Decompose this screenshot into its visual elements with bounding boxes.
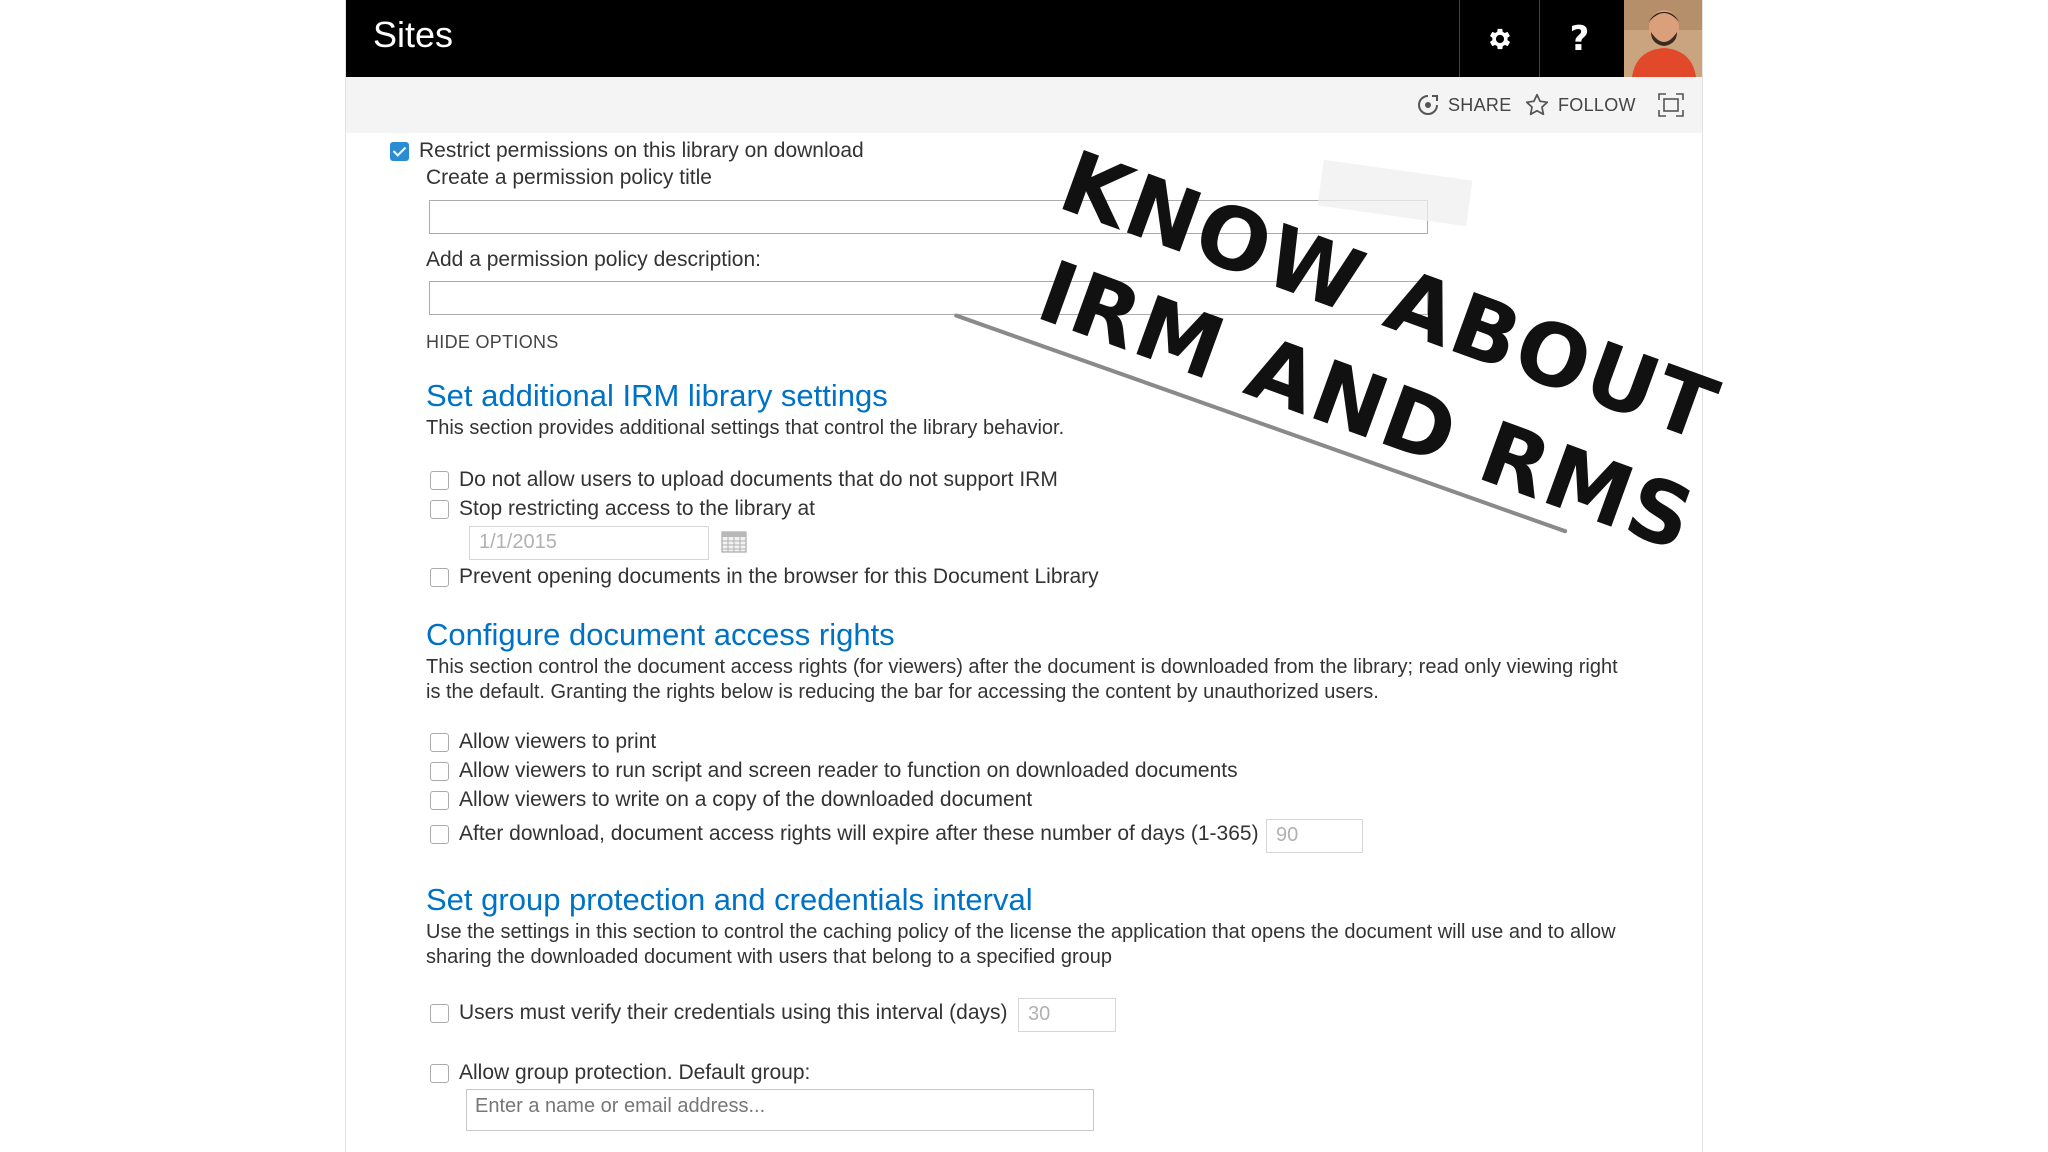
policy-description-label: Add a permission policy description: [426,248,761,271]
group-protection-description: Use the settings in this section to cont… [426,921,1616,968]
prevent-browser-open-option[interactable]: Prevent opening documents in the browser… [430,565,1099,589]
allow-print-label: Allow viewers to print [459,730,657,753]
suite-bar: Sites ? [346,0,1702,77]
follow-label: FOLLOW [1558,94,1636,115]
allow-write-checkbox[interactable] [430,790,449,810]
restrict-permissions-checkbox[interactable] [390,141,409,161]
ribbon-bar: SHARE FOLLOW [346,77,1702,133]
follow-button[interactable]: FOLLOW [1524,77,1636,133]
verify-credentials-option[interactable]: Users must verify their credentials usin… [430,1001,1008,1025]
restrict-permissions-option[interactable]: Restrict permissions on this library on … [390,139,864,163]
prevent-browser-open-label: Prevent opening documents in the browser… [459,565,1099,588]
allow-print-checkbox[interactable] [430,732,449,752]
avatar-image [1624,0,1702,77]
date-picker-button[interactable] [721,531,747,558]
policy-title-label: Create a permission policy title [426,166,712,189]
allow-script-label: Allow viewers to run script and screen r… [459,759,1238,782]
stop-restricting-label: Stop restricting access to the library a… [459,497,815,520]
share-icon [1418,95,1438,115]
user-avatar[interactable] [1624,0,1702,77]
allow-print-option[interactable]: Allow viewers to print [430,730,656,754]
allow-script-option[interactable]: Allow viewers to run script and screen r… [430,759,1238,783]
default-group-input[interactable]: Enter a name or email address... [466,1089,1094,1131]
prevent-browser-open-checkbox[interactable] [430,567,449,587]
share-button[interactable]: SHARE [1416,77,1512,133]
focus-on-content-button[interactable] [1658,77,1684,133]
site-title[interactable]: Sites [373,14,453,56]
group-protection-label: Allow group protection. Default group: [459,1061,811,1084]
expire-rights-checkbox[interactable] [430,824,449,844]
help-button[interactable]: ? [1539,0,1619,77]
group-protection-option[interactable]: Allow group protection. Default group: [430,1061,810,1085]
settings-button[interactable] [1459,0,1539,77]
block-non-irm-upload-label: Do not allow users to upload documents t… [459,468,1058,491]
group-protection-checkbox[interactable] [430,1063,449,1083]
hide-options-link[interactable]: HIDE OPTIONS [426,332,559,353]
verify-days-input[interactable]: 30 [1018,998,1116,1032]
sharepoint-window: Sites ? SHARE FOLLOW Restrict permission… [345,0,1703,1152]
focus-on-content-icon [1658,93,1684,117]
stop-restricting-checkbox[interactable] [430,499,449,519]
group-protection-heading: Set group protection and credentials int… [426,882,1033,917]
allow-write-label: Allow viewers to write on a copy of the … [459,788,1033,811]
verify-credentials-checkbox[interactable] [430,1003,449,1023]
star-icon [1525,93,1549,116]
gear-icon [1489,28,1510,49]
verify-credentials-label: Users must verify their credentials usin… [459,1001,1008,1024]
access-rights-description: This section control the document access… [426,656,1618,703]
share-label: SHARE [1448,94,1512,115]
stop-restricting-option[interactable]: Stop restricting access to the library a… [430,497,815,521]
expire-rights-label: After download, document access rights w… [459,822,1259,845]
expire-days-input[interactable]: 90 [1266,819,1363,853]
help-icon: ? [1569,18,1590,59]
allow-write-option[interactable]: Allow viewers to write on a copy of the … [430,788,1032,812]
block-non-irm-upload-option[interactable]: Do not allow users to upload documents t… [430,468,1058,492]
stop-restricting-date-input[interactable]: 1/1/2015 [469,526,709,560]
access-rights-heading: Configure document access rights [426,617,895,652]
allow-script-checkbox[interactable] [430,761,449,781]
calendar-icon [721,531,747,553]
library-settings-heading: Set additional IRM library settings [426,378,888,413]
restrict-permissions-label: Restrict permissions on this library on … [419,139,864,162]
expire-rights-option[interactable]: After download, document access rights w… [430,822,1259,846]
block-non-irm-upload-checkbox[interactable] [430,470,449,490]
